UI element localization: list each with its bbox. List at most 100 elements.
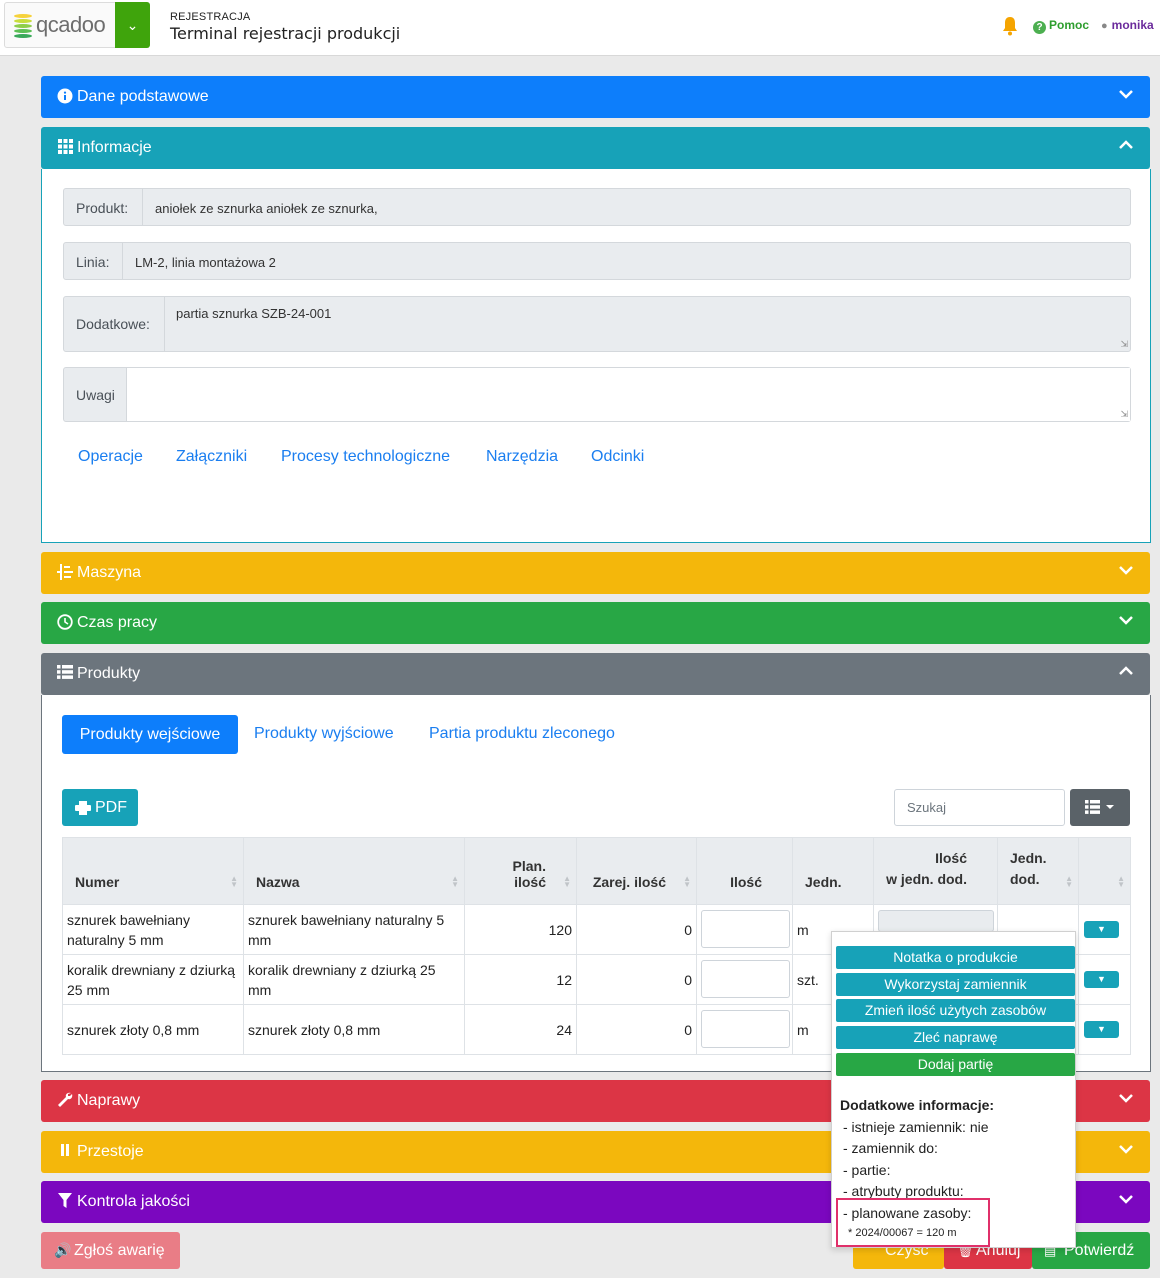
info-substitute-exists: - istnieje zamiennik: nie xyxy=(843,1118,989,1135)
panel-machine[interactable]: Maszyna xyxy=(41,552,1150,594)
sort-icon: ▲ ▼ xyxy=(230,874,238,889)
cell-planned: 120 xyxy=(464,904,577,955)
menu-item-add-batch[interactable]: Dodaj partię xyxy=(836,1053,1075,1076)
breadcrumb-section: REJESTRACJA xyxy=(170,11,251,23)
grid-icon xyxy=(57,139,73,155)
col-name[interactable]: Nazwa ▲ ▼ xyxy=(243,837,465,905)
menu-item-order-repair[interactable]: Zleć naprawę xyxy=(836,1026,1075,1049)
cell-registered: 0 xyxy=(576,904,697,955)
link-tools[interactable]: Narzędzia xyxy=(486,448,558,466)
cell-name: koralik drewniany z dziurką 25 mm xyxy=(243,954,465,1005)
highlight-box xyxy=(836,1198,990,1247)
link-sections[interactable]: Odcinki xyxy=(591,448,644,466)
clock-icon xyxy=(57,614,73,630)
sort-icon: ▲ ▼ xyxy=(683,874,691,889)
menu-item-use-substitute[interactable]: Wykorzystaj zamiennik xyxy=(836,973,1075,996)
chevron-down-icon xyxy=(1118,86,1134,104)
cell-quantity xyxy=(696,954,793,1005)
col-additional-qty[interactable]: Ilość w jedn. dod. xyxy=(873,837,998,905)
menu-toggle-button[interactable]: ⌄ xyxy=(115,2,150,48)
panel-title: Naprawy xyxy=(77,1092,141,1109)
sort-icon: ▲ ▼ xyxy=(1065,874,1073,889)
quantity-input[interactable] xyxy=(701,960,790,998)
logo-text: qcadoo xyxy=(36,12,106,37)
sort-icon: ▲ ▼ xyxy=(1117,874,1125,889)
logo-mark-icon xyxy=(14,14,32,38)
extra-field: Dodatkowe: partia sznurka SZB-24-001 ⇲ xyxy=(63,296,1131,352)
resize-grip-icon[interactable]: ⇲ xyxy=(1120,409,1128,420)
list-icon xyxy=(57,665,73,681)
cell-name: sznurek bawełniany naturalny 5 mm xyxy=(243,904,465,955)
information-body: Produkt: aniołek ze sznurka aniołek ze s… xyxy=(41,169,1151,543)
pdf-button[interactable]: PDF xyxy=(62,789,138,826)
link-operations[interactable]: Operacje xyxy=(78,448,143,466)
chevron-down-icon xyxy=(1118,1191,1134,1209)
notes-textarea[interactable] xyxy=(126,368,1130,421)
tab-input-products[interactable]: Produkty wejściowe xyxy=(62,715,238,754)
filter-icon xyxy=(57,1193,73,1209)
pdf-label: PDF xyxy=(95,799,127,816)
chevron-down-icon xyxy=(1118,1141,1134,1159)
col-registered-qty[interactable]: Zarej. ilość ▲ ▼ xyxy=(576,837,697,905)
col-number[interactable]: Numer ▲ ▼ xyxy=(62,837,244,905)
cell-planned: 24 xyxy=(464,1004,577,1055)
link-attachments[interactable]: Załączniki xyxy=(176,448,247,466)
search-input[interactable] xyxy=(894,789,1065,826)
resize-grip-icon[interactable]: ⇲ xyxy=(1120,339,1128,350)
report-failure-button[interactable]: 🔊 Zgłoś awarię xyxy=(41,1232,180,1269)
col-actions: ▲ ▼ xyxy=(1078,837,1131,905)
page-title: Terminal rejestracji produkcji xyxy=(170,24,401,43)
quantity-input[interactable] xyxy=(701,910,790,948)
panel-title: Dane podstawowe xyxy=(77,88,209,105)
panel-products[interactable]: Produkty xyxy=(41,653,1150,695)
panel-basic-data[interactable]: Dane podstawowe xyxy=(41,76,1150,118)
wrench-icon xyxy=(57,1092,73,1108)
panel-title: Kontrola jakości xyxy=(77,1193,190,1210)
link-technological-processes[interactable]: Procesy technologiczne xyxy=(281,448,450,466)
menu-item-change-used-resources[interactable]: Zmień ilość użytych zasobów xyxy=(836,999,1075,1022)
notes-field: Uwagi ⇲ xyxy=(63,367,1131,422)
col-additional-unit[interactable]: Jedn. dod. ▲ ▼ xyxy=(997,837,1079,905)
row-actions-dropdown[interactable]: ▼ xyxy=(1084,971,1119,988)
columns-list-icon xyxy=(1085,800,1114,814)
cell-number: sznurek złoty 0,8 mm xyxy=(62,1004,244,1055)
planned-resource-entry: * 2024/00067 = 120 m xyxy=(848,1227,957,1239)
quantity-input[interactable] xyxy=(701,1010,790,1048)
col-unit[interactable]: Jedn. xyxy=(792,837,874,905)
qcadoo-logo[interactable]: qcadoo xyxy=(4,2,116,48)
print-icon xyxy=(75,789,91,829)
menu-item-production-note[interactable]: Notatka o produkcie xyxy=(836,946,1075,969)
additional-info-title: Dodatkowe informacje: xyxy=(840,1097,995,1113)
pause-icon xyxy=(57,1143,73,1159)
col-planned-qty[interactable]: Plan. ilość ▲ ▼ xyxy=(464,837,577,905)
cell-quantity xyxy=(696,1004,793,1055)
user-menu[interactable]: ● monika xyxy=(1101,18,1154,32)
panel-title: Produkty xyxy=(77,665,141,682)
extra-value: partia sznurka SZB-24-001 xyxy=(176,306,332,321)
row-actions-dropdown[interactable]: ▼ xyxy=(1084,1021,1119,1038)
panel-work-time[interactable]: Czas pracy xyxy=(41,602,1150,644)
chevron-down-icon xyxy=(1118,612,1134,630)
additional-quantity-input[interactable] xyxy=(878,910,994,932)
cell-number: sznurek bawełniany naturalny 5 mm xyxy=(62,904,244,955)
bell-icon[interactable] xyxy=(1001,16,1021,36)
tab-output-products[interactable]: Produkty wyjściowe xyxy=(254,725,394,743)
col-quantity[interactable]: Ilość xyxy=(696,837,793,905)
columns-toggle-button[interactable] xyxy=(1070,789,1130,826)
help-label: Pomoc xyxy=(1049,18,1090,32)
panel-information[interactable]: Informacje xyxy=(41,127,1150,169)
product-value: aniołek ze sznurka aniołek ze sznurka, xyxy=(155,201,378,216)
cell-registered: 0 xyxy=(576,1004,697,1055)
chevron-down-icon xyxy=(1118,562,1134,580)
panel-title: Przestoje xyxy=(77,1143,144,1160)
info-batches: - partie: xyxy=(843,1161,891,1178)
info-substitute-for: - zamiennik do: xyxy=(843,1140,938,1156)
line-value: LM-2, linia montażowa 2 xyxy=(135,255,276,270)
tab-ordered-product-batch[interactable]: Partia produktu zleconego xyxy=(429,725,615,743)
help-link[interactable]: ? Pomoc xyxy=(1033,18,1089,34)
panel-title: Informacje xyxy=(77,139,152,156)
row-actions-dropdown[interactable]: ▼ xyxy=(1084,921,1119,938)
top-bar: qcadoo ⌄ REJESTRACJA Terminal rejestracj… xyxy=(0,0,1160,56)
chevron-up-icon xyxy=(1118,137,1134,155)
machine-icon xyxy=(57,564,73,580)
